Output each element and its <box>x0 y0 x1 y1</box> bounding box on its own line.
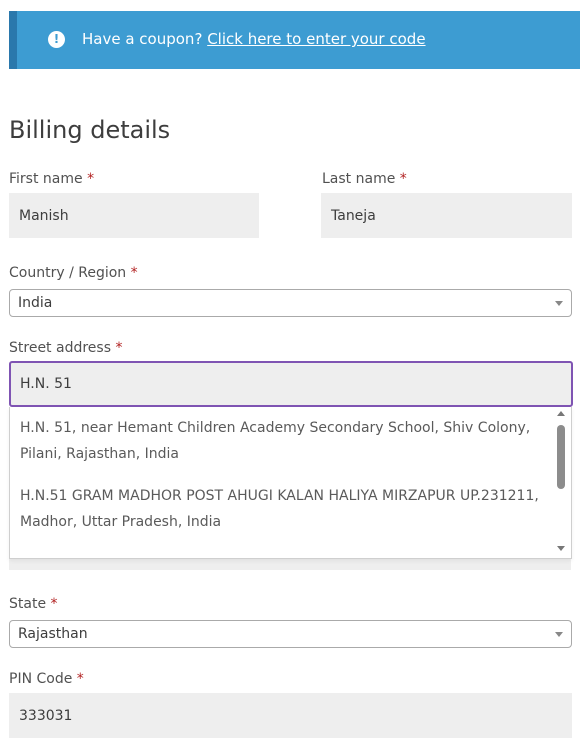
required-mark: * <box>50 596 58 612</box>
required-mark: * <box>76 671 84 687</box>
state-label-text: State <box>9 596 47 612</box>
coupon-notice-text: Have a coupon? Click here to enter your … <box>82 30 426 48</box>
scroll-up-arrow-icon[interactable] <box>557 411 565 416</box>
info-icon: ! <box>48 31 65 48</box>
scrollbar-thumb[interactable] <box>557 425 565 489</box>
address-suggestion[interactable]: H.N. 51, near Hemant Children Academy Se… <box>20 415 560 467</box>
last-name-label: Last name * <box>322 171 407 187</box>
billing-details-heading: Billing details <box>9 116 171 144</box>
scroll-down-arrow-icon[interactable] <box>557 546 565 551</box>
coupon-notice-message: Have a coupon? <box>82 30 203 48</box>
first-name-label: First name * <box>9 171 94 187</box>
enter-coupon-link[interactable]: Click here to enter your code <box>207 30 425 48</box>
first-name-label-text: First name <box>9 171 83 187</box>
autocomplete-scrollbar[interactable] <box>555 407 567 557</box>
country-select[interactable]: India <box>9 289 572 317</box>
required-mark: * <box>87 171 95 187</box>
street-address-label-text: Street address <box>9 340 111 356</box>
country-select-value: India <box>18 295 53 311</box>
first-name-field[interactable]: Manish <box>9 193 259 238</box>
chevron-down-icon <box>555 301 563 306</box>
street-address-label: Street address * <box>9 340 122 356</box>
pin-code-label-text: PIN Code <box>9 671 73 687</box>
last-name-label-text: Last name <box>322 171 396 187</box>
required-mark: * <box>399 171 407 187</box>
state-select-value: Rajasthan <box>18 626 88 642</box>
state-label: State * <box>9 596 58 612</box>
country-label-text: Country / Region <box>9 265 127 281</box>
state-select[interactable]: Rajasthan <box>9 620 572 648</box>
address-autocomplete-list: H.N. 51, near Hemant Children Academy Se… <box>9 407 572 559</box>
pin-code-field[interactable]: 333031 <box>9 693 572 738</box>
required-mark: * <box>115 340 123 356</box>
pin-code-label: PIN Code * <box>9 671 84 687</box>
country-label: Country / Region * <box>9 265 138 281</box>
chevron-down-icon <box>555 632 563 637</box>
street-address-input[interactable]: H.N. 51 <box>9 361 573 407</box>
last-name-field[interactable]: Taneja <box>321 193 572 238</box>
coupon-notice: ! Have a coupon? Click here to enter you… <box>9 11 580 69</box>
address-suggestion[interactable]: H.N.51 GRAM MADHOR POST AHUGI KALAN HALI… <box>20 483 560 535</box>
required-mark: * <box>130 265 138 281</box>
